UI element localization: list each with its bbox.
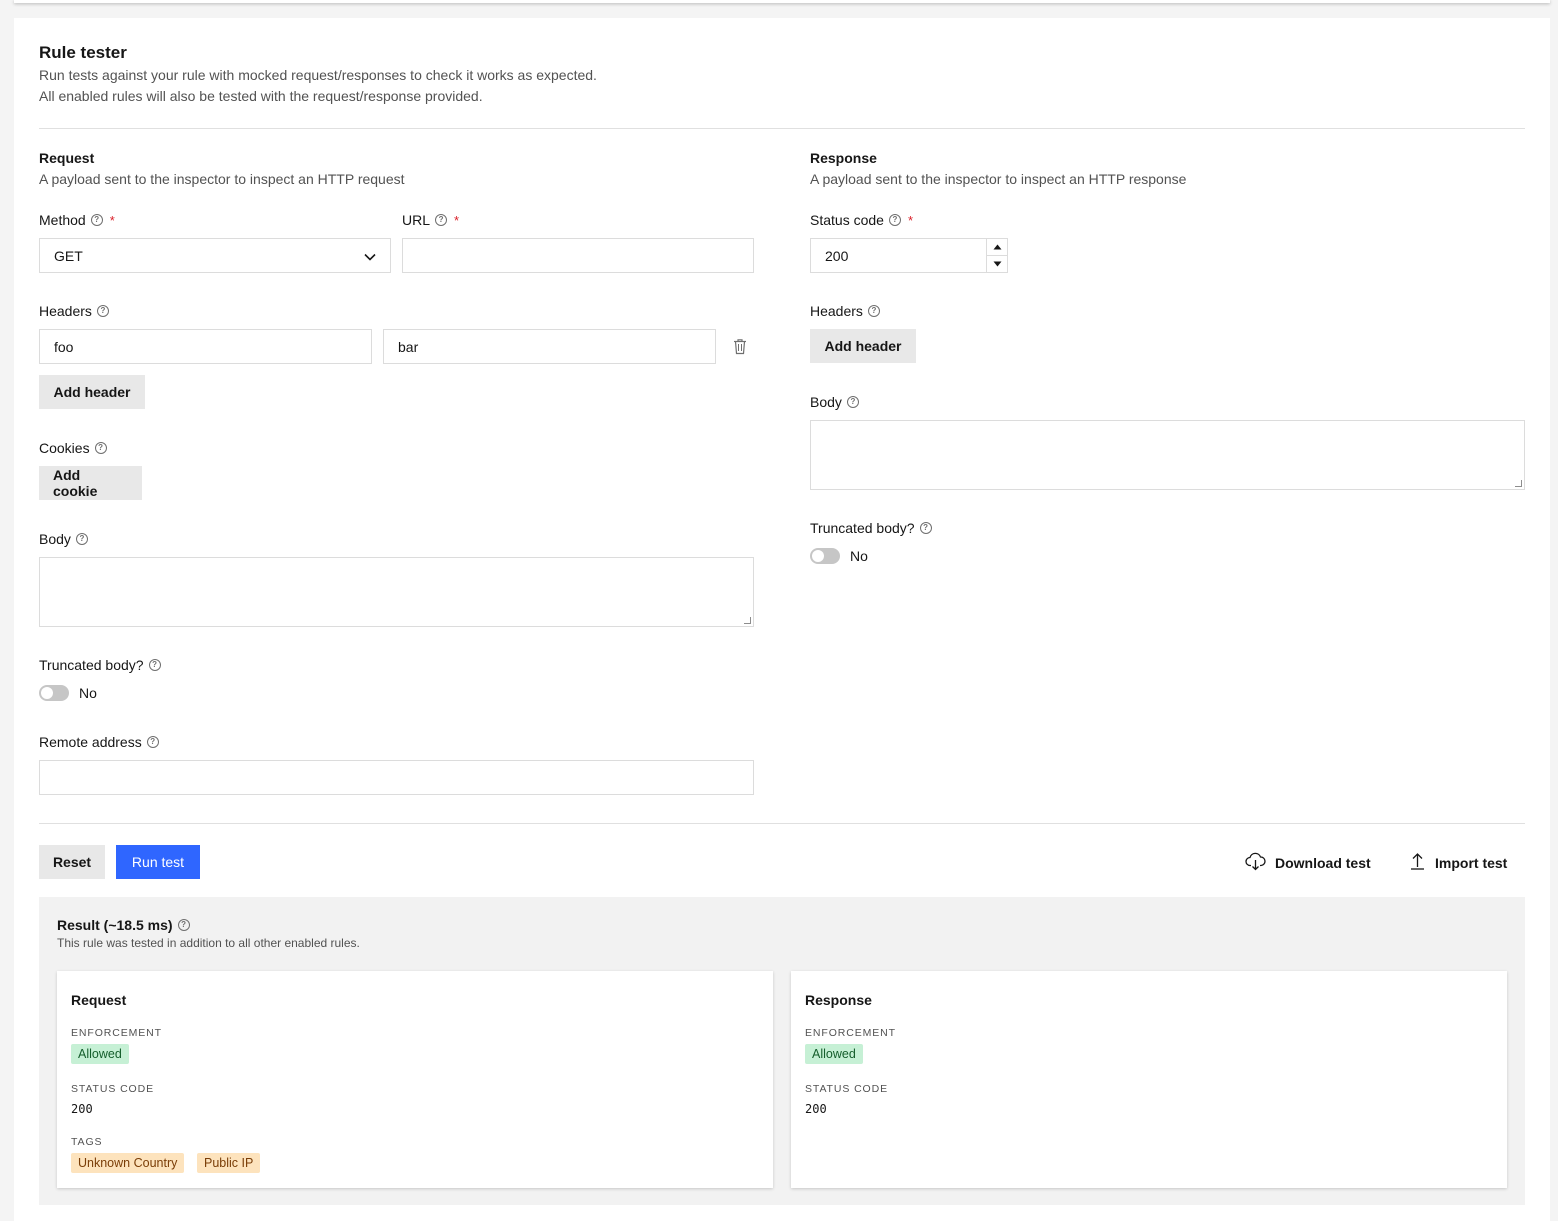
page-description-2: All enabled rules will also be tested wi… <box>39 88 483 104</box>
enforcement-label: ENFORCEMENT <box>805 1027 896 1039</box>
status-code-caption: STATUS CODE <box>805 1083 889 1095</box>
enforcement-badge: Allowed <box>805 1044 863 1064</box>
status-code-value: 200 <box>71 1102 93 1116</box>
method-select[interactable]: GET <box>39 238 391 273</box>
required-asterisk: * <box>109 212 115 228</box>
help-icon[interactable]: ? <box>146 736 159 748</box>
divider-top <box>39 128 1525 129</box>
result-title: Result (~18.5 ms) ? <box>57 917 190 933</box>
page-title: Rule tester <box>39 43 127 62</box>
card-title: Request <box>71 992 127 1008</box>
help-icon[interactable]: ? <box>435 214 448 226</box>
response-truncated-label: Truncated body? ? <box>810 520 932 536</box>
help-icon[interactable]: ? <box>867 305 880 317</box>
request-section-desc: A payload sent to the inspector to inspe… <box>39 171 405 187</box>
reset-button[interactable]: Reset <box>39 845 105 879</box>
status-code-label: Status code ? * <box>810 212 913 228</box>
response-add-header-button[interactable]: Add header <box>810 329 916 363</box>
help-icon[interactable]: ? <box>846 396 859 408</box>
url-input[interactable] <box>402 238 754 273</box>
url-label: URL ? * <box>402 212 460 228</box>
tag-unknown-country: Unknown Country <box>71 1153 185 1173</box>
help-icon[interactable]: ? <box>75 533 88 545</box>
header-value-input[interactable]: bar <box>383 329 716 364</box>
resize-handle[interactable] <box>744 617 751 624</box>
remote-address-label: Remote address ? <box>39 734 159 750</box>
cloud-download-icon <box>1245 852 1266 874</box>
response-truncated-value: No <box>850 548 868 564</box>
status-code-input[interactable]: 200 <box>810 238 1008 273</box>
top-strip <box>14 0 1550 3</box>
response-headers-label: Headers ? <box>810 303 880 319</box>
result-response-card: Response ENFORCEMENT Allowed STATUS CODE… <box>791 971 1507 1188</box>
header-key-input[interactable]: foo <box>39 329 372 364</box>
help-icon[interactable]: ? <box>96 305 109 317</box>
help-icon[interactable]: ? <box>177 919 190 931</box>
arrow-up-icon[interactable] <box>987 239 1007 255</box>
response-body-label: Body ? <box>810 394 859 410</box>
request-truncated-toggle[interactable] <box>39 685 69 701</box>
help-icon[interactable]: ? <box>919 522 932 534</box>
number-stepper[interactable] <box>986 239 1007 272</box>
enforcement-label: ENFORCEMENT <box>71 1027 162 1039</box>
resize-handle[interactable] <box>1515 480 1522 487</box>
enforcement-badge: Allowed <box>71 1044 129 1064</box>
status-code-caption: STATUS CODE <box>71 1083 155 1095</box>
request-body-textarea[interactable] <box>39 557 754 627</box>
result-description: This rule was tested in addition to all … <box>57 936 360 950</box>
cookies-label: Cookies ? <box>39 440 107 456</box>
arrow-down-icon[interactable] <box>987 255 1007 272</box>
remote-address-input[interactable] <box>39 760 754 795</box>
request-add-header-button[interactable]: Add header <box>39 375 145 409</box>
method-label: Method ? * <box>39 212 115 228</box>
required-asterisk: * <box>907 212 913 228</box>
request-headers-label: Headers ? <box>39 303 109 319</box>
help-icon[interactable]: ? <box>90 214 103 226</box>
run-test-button[interactable]: Run test <box>116 845 200 879</box>
request-truncated-label: Truncated body? ? <box>39 657 161 673</box>
request-body-label: Body ? <box>39 531 88 547</box>
download-test-button[interactable]: Download test <box>1245 852 1371 874</box>
import-test-button[interactable]: Import test <box>1409 852 1507 873</box>
help-icon[interactable]: ? <box>148 659 161 671</box>
chevron-down-icon <box>364 248 376 264</box>
page-description-1: Run tests against your rule with mocked … <box>39 67 597 83</box>
tag-public-ip: Public IP <box>197 1153 261 1173</box>
add-cookie-button[interactable]: Add cookie <box>39 466 142 500</box>
result-section: Result (~18.5 ms) ? This rule was tested… <box>39 897 1525 1205</box>
result-request-card: Request ENFORCEMENT Allowed STATUS CODE … <box>57 971 773 1188</box>
response-body-textarea[interactable] <box>810 420 1525 490</box>
trash-icon[interactable] <box>732 338 748 358</box>
help-icon[interactable]: ? <box>94 442 107 454</box>
response-section-title: Response <box>810 150 877 166</box>
rule-tester-panel: Rule tester Run tests against your rule … <box>14 18 1550 1221</box>
required-asterisk: * <box>454 212 460 228</box>
response-truncated-toggle[interactable] <box>810 548 840 564</box>
request-truncated-value: No <box>79 685 97 701</box>
tags-label: TAGS <box>71 1136 103 1148</box>
status-code-value: 200 <box>805 1102 827 1116</box>
request-section-title: Request <box>39 150 95 166</box>
card-title: Response <box>805 992 872 1008</box>
help-icon[interactable]: ? <box>888 214 901 226</box>
response-section-desc: A payload sent to the inspector to inspe… <box>810 171 1187 187</box>
upload-icon <box>1409 852 1426 873</box>
divider-bottom <box>39 823 1525 824</box>
